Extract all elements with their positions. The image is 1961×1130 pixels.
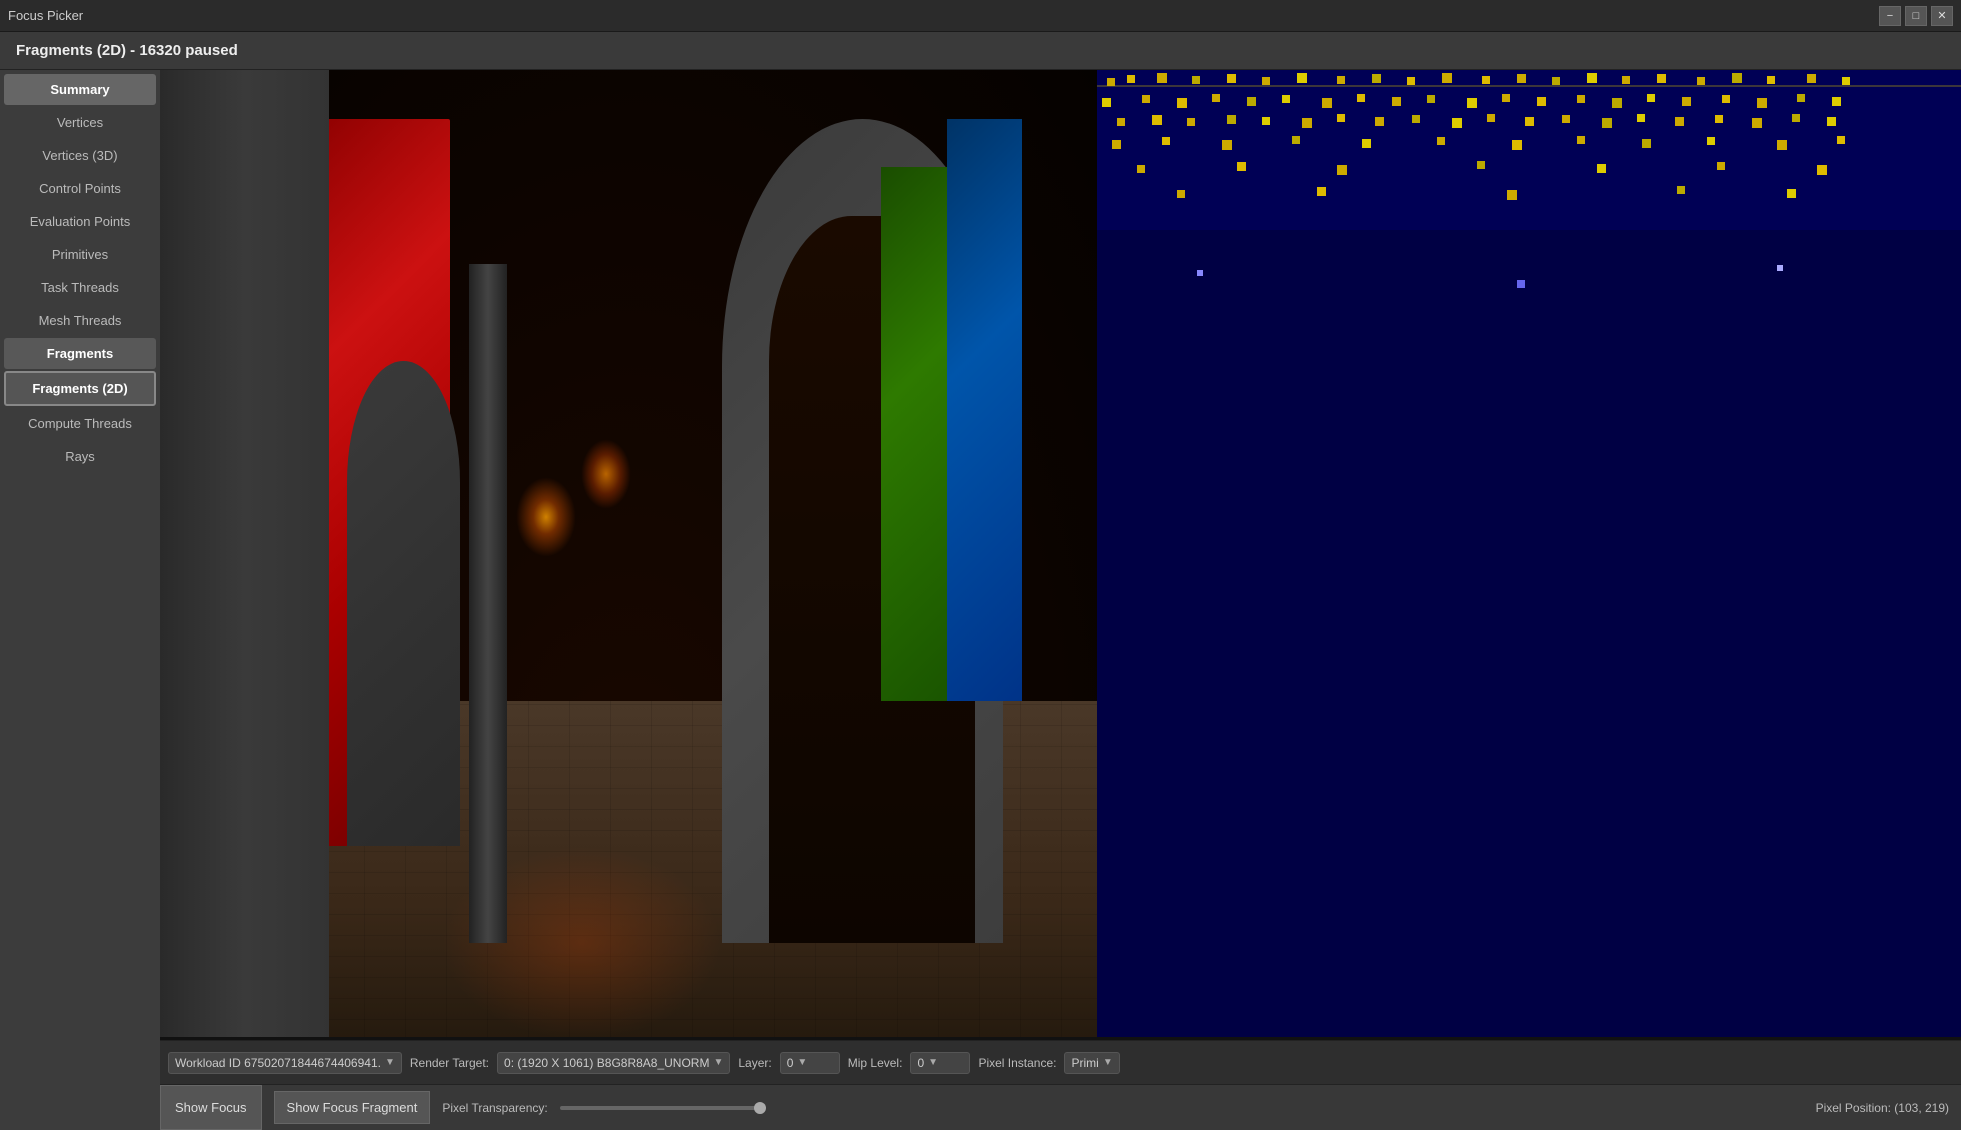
pixel-position: Pixel Position: (103, 219) <box>1816 1101 1961 1115</box>
workload-id-dropdown[interactable]: Workload ID 67502071844674406941. ▼ <box>168 1052 402 1074</box>
render-target-dropdown[interactable]: 0: (1920 X 1061) B8G8R8A8_UNORM ▼ <box>497 1052 730 1074</box>
sidebar-item-vertices[interactable]: Vertices <box>4 107 156 138</box>
sidebar-item-control-points[interactable]: Control Points <box>4 173 156 204</box>
content-header: Fragments (2D) - 16320 paused <box>0 32 1961 70</box>
minimize-button[interactable]: − <box>1879 6 1901 26</box>
scene-left <box>160 70 1097 1040</box>
pixel-position-label: Pixel Position: <box>1816 1101 1891 1115</box>
sidebar-item-primitives[interactable]: Primitives <box>4 239 156 270</box>
green-banner <box>881 167 947 701</box>
restore-button[interactable]: □ <box>1905 6 1927 26</box>
workload-id-text: Workload ID 67502071844674406941. <box>175 1056 381 1070</box>
title-bar: Focus Picker − □ ✕ <box>0 0 1961 32</box>
sidebar-item-mesh-threads[interactable]: Mesh Threads <box>4 305 156 336</box>
sidebar-item-fragments[interactable]: Fragments <box>4 338 156 369</box>
mip-level-dropdown[interactable]: 0 ▼ <box>910 1052 970 1074</box>
sidebar: Summary Vertices Vertices (3D) Control P… <box>0 70 160 1130</box>
layer-dropdown[interactable]: 0 ▼ <box>780 1052 840 1074</box>
show-focus-fragment-button[interactable]: Show Focus Fragment <box>274 1091 431 1124</box>
pixel-instance-dropdown[interactable]: Primi ▼ <box>1064 1052 1119 1074</box>
render-target-arrow: ▼ <box>713 1057 723 1068</box>
torch-glow <box>516 477 576 557</box>
blue-banner-right <box>947 119 1022 701</box>
action-bar-info: Show Focus Fragment Pixel Transparency: <box>262 1091 1816 1124</box>
workload-id-arrow: ▼ <box>385 1057 395 1068</box>
show-focus-button[interactable]: Show Focus <box>160 1085 262 1130</box>
window-title: Focus Picker <box>8 8 1879 23</box>
pixel-instance-label: Pixel Instance: <box>978 1056 1056 1070</box>
pixel-instance-value: Primi <box>1071 1056 1098 1070</box>
scene-right <box>1097 70 1961 1040</box>
sidebar-item-compute-threads[interactable]: Compute Threads <box>4 408 156 439</box>
sidebar-item-evaluation-points[interactable]: Evaluation Points <box>4 206 156 237</box>
mip-level-arrow: ▼ <box>928 1057 938 1068</box>
sidebar-item-vertices-3d[interactable]: Vertices (3D) <box>4 140 156 171</box>
pixel-transparency-label: Pixel Transparency: <box>442 1101 547 1115</box>
viewport-bottom-border <box>160 1037 1961 1040</box>
render-target-value: 0: (1920 X 1061) B8G8R8A8_UNORM <box>504 1056 709 1070</box>
main-container: Fragments (2D) - 16320 paused Summary Ve… <box>0 32 1961 1130</box>
viewport-canvas[interactable] <box>160 70 1961 1040</box>
bottom-toolbar: Workload ID 67502071844674406941. ▼ Rend… <box>160 1040 1961 1084</box>
viewport-area: Workload ID 67502071844674406941. ▼ Rend… <box>160 70 1961 1130</box>
layer-arrow: ▼ <box>797 1057 807 1068</box>
pixel-transparency-slider[interactable] <box>560 1106 760 1110</box>
layer-label: Layer: <box>738 1056 771 1070</box>
header-title: Fragments (2D) - 16320 paused <box>16 42 238 59</box>
pixel-position-value: (103, 219) <box>1894 1101 1949 1115</box>
close-button[interactable]: ✕ <box>1931 6 1953 26</box>
sidebar-item-rays[interactable]: Rays <box>4 441 156 472</box>
pixel-scatter-svg <box>1097 70 1961 1040</box>
window-controls: − □ ✕ <box>1879 6 1953 26</box>
sidebar-item-summary[interactable]: Summary <box>4 74 156 105</box>
scene-background <box>160 70 1961 1040</box>
pixel-instance-arrow: ▼ <box>1103 1057 1113 1068</box>
action-bar: Show Focus Show Focus Fragment Pixel Tra… <box>160 1084 1961 1130</box>
sidebar-item-fragments-2d[interactable]: Fragments (2D) <box>4 371 156 406</box>
layer-value: 0 <box>787 1056 794 1070</box>
mip-level-value: 0 <box>917 1056 924 1070</box>
mip-level-label: Mip Level: <box>848 1056 903 1070</box>
body-area: Summary Vertices Vertices (3D) Control P… <box>0 70 1961 1130</box>
slider-thumb <box>754 1102 766 1114</box>
render-target-label: Render Target: <box>410 1056 489 1070</box>
sidebar-item-task-threads[interactable]: Task Threads <box>4 272 156 303</box>
